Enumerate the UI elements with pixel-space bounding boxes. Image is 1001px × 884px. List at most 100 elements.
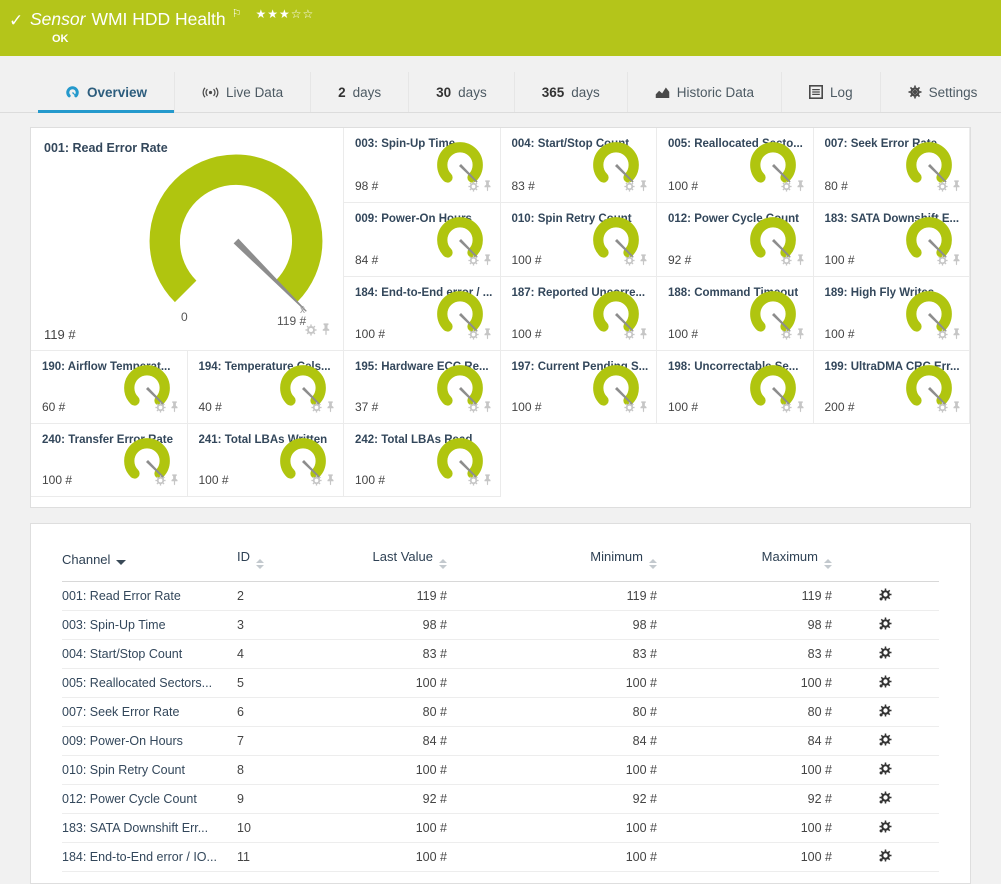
edit-channel-gear-icon[interactable] [832, 669, 939, 698]
channel-settings-gear-icon[interactable] [468, 253, 479, 271]
tab-30-days[interactable]: 30 days [408, 72, 514, 112]
channel-row[interactable]: 003: Spin-Up Time 3 98 # 98 # 98 # [62, 611, 939, 640]
channel-row[interactable]: 001: Read Error Rate 2 119 # 119 # 119 # [62, 582, 939, 611]
channel-name-cell[interactable]: 010: Spin Retry Count [62, 756, 237, 785]
gauge-tile[interactable]: 004: Start/Stop Count 83 # [501, 128, 658, 203]
gauge-tile[interactable]: 188: Command Timeout 100 # [657, 277, 814, 351]
channel-settings-gear-icon[interactable] [468, 327, 479, 345]
channel-settings-gear-icon[interactable] [305, 323, 317, 341]
gauge-tile[interactable]: 195: Hardware ECC Re... 37 # [344, 351, 501, 424]
priority-stars[interactable]: ★★★☆☆ [256, 7, 315, 21]
pin-icon[interactable] [639, 179, 648, 197]
channel-name-cell[interactable]: 001: Read Error Rate [62, 582, 237, 611]
column-header-last-value[interactable]: Last Value [337, 549, 447, 582]
gauge-tile[interactable]: 183: SATA Downshift E... 100 # [814, 203, 971, 277]
channel-settings-gear-icon[interactable] [937, 327, 948, 345]
column-header-channel[interactable]: Channel [62, 549, 237, 582]
channel-settings-gear-icon[interactable] [468, 473, 479, 491]
channel-settings-gear-icon[interactable] [468, 400, 479, 418]
column-header-id[interactable]: ID [237, 549, 337, 582]
pin-icon[interactable] [952, 327, 961, 345]
pin-icon[interactable] [170, 400, 179, 418]
edit-channel-gear-icon[interactable] [832, 640, 939, 669]
pin-icon[interactable] [952, 400, 961, 418]
channel-name-cell[interactable]: 004: Start/Stop Count [62, 640, 237, 669]
channel-settings-gear-icon[interactable] [155, 473, 166, 491]
pin-icon[interactable] [483, 179, 492, 197]
channel-settings-gear-icon[interactable] [937, 400, 948, 418]
column-header-maximum[interactable]: Maximum [657, 549, 832, 582]
gauge-tile[interactable]: 241: Total LBAs Written 100 # [188, 424, 345, 497]
pin-icon[interactable] [483, 253, 492, 271]
pin-icon[interactable] [796, 179, 805, 197]
pin-icon[interactable] [326, 473, 335, 491]
gauge-tile[interactable]: 007: Seek Error Rate 80 # [814, 128, 971, 203]
gauge-tile[interactable]: 009: Power-On Hours 84 # [344, 203, 501, 277]
channel-settings-gear-icon[interactable] [468, 179, 479, 197]
tab-live-data[interactable]: Live Data [174, 72, 310, 112]
gauge-tile[interactable]: 242: Total LBAs Read 100 # [344, 424, 501, 497]
gauge-tile-read-error-rate[interactable]: 001: Read Error Rate 0 119 # x̄ 119 # [31, 128, 344, 351]
edit-channel-gear-icon[interactable] [832, 814, 939, 843]
pin-icon[interactable] [639, 253, 648, 271]
channel-name-cell[interactable]: 007: Seek Error Rate [62, 698, 237, 727]
pin-icon[interactable] [796, 327, 805, 345]
channel-settings-gear-icon[interactable] [311, 400, 322, 418]
tab-overview[interactable]: Overview [38, 72, 174, 112]
gauge-tile[interactable]: 003: Spin-Up Time 98 # [344, 128, 501, 203]
edit-channel-gear-icon[interactable] [832, 611, 939, 640]
channel-settings-gear-icon[interactable] [937, 179, 948, 197]
column-header-minimum[interactable]: Minimum [447, 549, 657, 582]
gauge-tile[interactable]: 012: Power Cycle Count 92 # [657, 203, 814, 277]
edit-channel-gear-icon[interactable] [832, 756, 939, 785]
channel-name-cell[interactable]: 005: Reallocated Sectors... [62, 669, 237, 698]
tab-historic-data[interactable]: Historic Data [627, 72, 781, 112]
channel-settings-gear-icon[interactable] [624, 327, 635, 345]
edit-channel-gear-icon[interactable] [832, 698, 939, 727]
pin-icon[interactable] [639, 327, 648, 345]
channel-row[interactable]: 012: Power Cycle Count 9 92 # 92 # 92 # [62, 785, 939, 814]
tab-log[interactable]: Log [781, 72, 880, 112]
pin-icon[interactable] [796, 400, 805, 418]
edit-channel-gear-icon[interactable] [832, 785, 939, 814]
tab-365-days[interactable]: 365 days [514, 72, 627, 112]
channel-settings-gear-icon[interactable] [624, 179, 635, 197]
channel-settings-gear-icon[interactable] [781, 400, 792, 418]
pin-icon[interactable] [796, 253, 805, 271]
tab-settings[interactable]: Settings [880, 72, 1001, 112]
channel-row[interactable]: 184: End-to-End error / IO... 11 100 # 1… [62, 843, 939, 872]
channel-name-cell[interactable]: 012: Power Cycle Count [62, 785, 237, 814]
channel-name-cell[interactable]: 183: SATA Downshift Err... [62, 814, 237, 843]
gauge-tile[interactable]: 190: Airflow Temperat... 60 # [31, 351, 188, 424]
edit-channel-gear-icon[interactable] [832, 843, 939, 872]
channel-settings-gear-icon[interactable] [781, 327, 792, 345]
channel-row[interactable]: 004: Start/Stop Count 4 83 # 83 # 83 # [62, 640, 939, 669]
tab-2-days[interactable]: 2 days [310, 72, 408, 112]
pin-icon[interactable] [326, 400, 335, 418]
channel-settings-gear-icon[interactable] [624, 400, 635, 418]
pin-icon[interactable] [483, 327, 492, 345]
pin-icon[interactable] [483, 473, 492, 491]
gauge-tile[interactable]: 197: Current Pending S... 100 # [501, 351, 658, 424]
gauge-tile[interactable]: 240: Transfer Error Rate 100 # [31, 424, 188, 497]
channel-settings-gear-icon[interactable] [781, 179, 792, 197]
pin-icon[interactable] [483, 400, 492, 418]
gauge-tile[interactable]: 189: High Fly Writes 100 # [814, 277, 971, 351]
channel-settings-gear-icon[interactable] [155, 400, 166, 418]
stars-empty[interactable]: ☆☆ [291, 7, 315, 21]
channel-row[interactable]: 009: Power-On Hours 7 84 # 84 # 84 # [62, 727, 939, 756]
channel-name-cell[interactable]: 003: Spin-Up Time [62, 611, 237, 640]
channel-row[interactable]: 183: SATA Downshift Err... 10 100 # 100 … [62, 814, 939, 843]
channel-name-cell[interactable]: 009: Power-On Hours [62, 727, 237, 756]
pin-icon[interactable] [639, 400, 648, 418]
gauge-tile[interactable]: 184: End-to-End error / ... 100 # [344, 277, 501, 351]
channel-settings-gear-icon[interactable] [624, 253, 635, 271]
pin-icon[interactable] [952, 253, 961, 271]
gauge-tile[interactable]: 194: Temperature Cels... 40 # [188, 351, 345, 424]
gauge-tile[interactable]: 005: Reallocated Secto... 100 # [657, 128, 814, 203]
gauge-tile[interactable]: 010: Spin Retry Count 100 # [501, 203, 658, 277]
gauge-tile[interactable]: 187: Reported Uncorre... 100 # [501, 277, 658, 351]
gauge-tile[interactable]: 198: Uncorrectable Se... 100 # [657, 351, 814, 424]
channel-row[interactable]: 005: Reallocated Sectors... 5 100 # 100 … [62, 669, 939, 698]
gauge-tile[interactable]: 199: UltraDMA CRC Err... 200 # [814, 351, 971, 424]
